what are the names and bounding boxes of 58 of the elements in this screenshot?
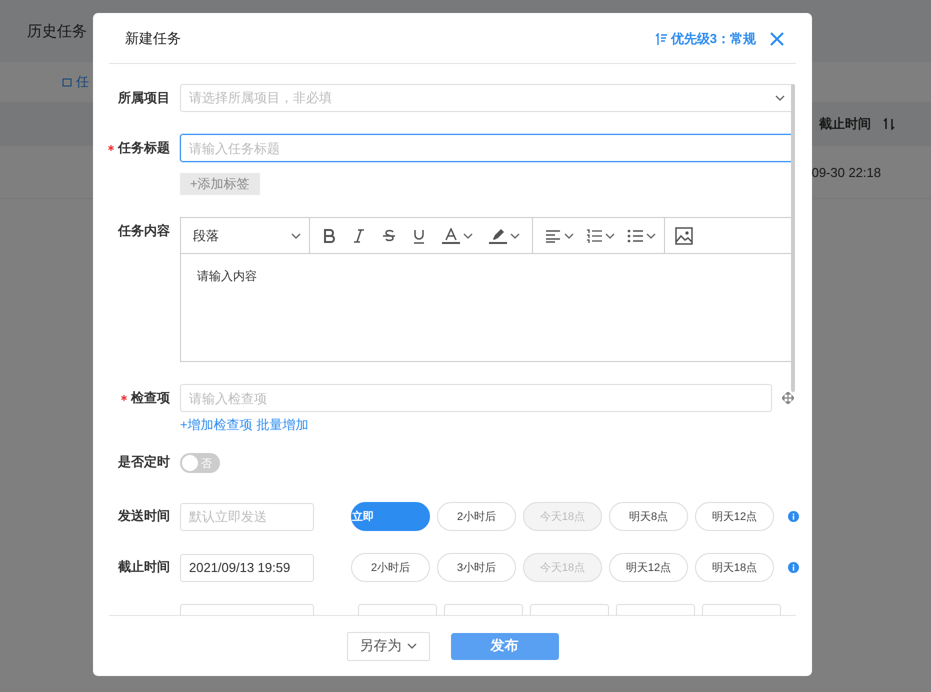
caret-down-icon [510,232,520,238]
time-input[interactable]: 默认立即发送 [180,502,314,530]
publish-button[interactable]: 发布 [450,632,558,660]
sort-icon[interactable] [883,118,895,130]
caret-down-icon [291,232,301,238]
time-preset-button[interactable]: 明天12点 [695,502,774,531]
field-label: 发送时间 [118,507,170,525]
page-tab[interactable]: 历史任务 [27,22,87,40]
info-icon [788,511,799,522]
time-preset-button[interactable]: 明天8点 [609,502,688,531]
sort-icon [654,32,667,44]
move-icon[interactable] [782,392,794,404]
font-color-icon[interactable] [442,228,460,244]
save-as-button[interactable]: 另存为 [346,632,430,660]
strikethrough-icon[interactable] [382,228,396,244]
italic-icon[interactable] [352,228,366,244]
bullet-list-icon[interactable] [627,228,643,242]
priority-selector[interactable]: 优先级3：常规 [654,30,756,48]
numbered-list-icon[interactable] [586,228,602,242]
time-preset-button[interactable]: 明天12点 [609,553,688,582]
field-label: 任务标题 [118,139,170,157]
caret-down-icon [564,232,574,238]
add-tag-button[interactable]: +添加标签 [180,173,260,195]
title-input[interactable]: 请输入任务标题 [180,134,794,162]
block-format-select[interactable]: 段落 [181,218,310,253]
time-preset-button[interactable]: 2小时后 [437,502,516,531]
time-preset-button[interactable]: 2小时后 [351,553,430,582]
highlighter-icon[interactable] [489,228,507,244]
time-input[interactable]: 2021/09/13 19:59 [180,554,314,582]
column-header: 截止时间 [819,115,871,133]
dialog-title: 新建任务 [125,30,181,48]
close-icon[interactable] [770,32,784,46]
caret-down-icon [775,95,785,101]
caret-down-icon [406,643,416,649]
image-icon[interactable] [675,226,693,244]
field-label: 截止时间 [118,558,170,576]
underline-icon[interactable] [412,228,426,244]
info-icon [788,562,799,573]
time-preset-button[interactable]: 立即 [351,502,430,531]
add-link[interactable]: 批量增加 [256,416,309,434]
field-label: 任务内容 [118,222,170,240]
time-preset-button[interactable]: 3小时后 [437,553,516,582]
scrollbar[interactable] [791,84,795,392]
field-label: 所属项目 [118,89,170,107]
field-label: 是否定时 [118,453,170,471]
align-left-icon[interactable] [545,228,561,242]
caret-down-icon [463,232,473,238]
toolbar-text[interactable]: 任 [76,73,89,91]
caret-down-icon [605,232,615,238]
table-cell: 09-30 22:18 [812,164,881,180]
time-preset-button[interactable]: 明天18点 [695,553,774,582]
checklist-input[interactable]: 请输入检查项 [180,384,772,412]
content-input-area[interactable]: 请输入内容 [181,254,793,361]
bold-icon[interactable] [322,228,336,244]
editor-placeholder: 请输入内容 [197,269,257,283]
caret-down-icon [646,232,656,238]
field-label: 检查项 [131,389,170,407]
add-link[interactable]: +增加检查项 [180,416,253,434]
